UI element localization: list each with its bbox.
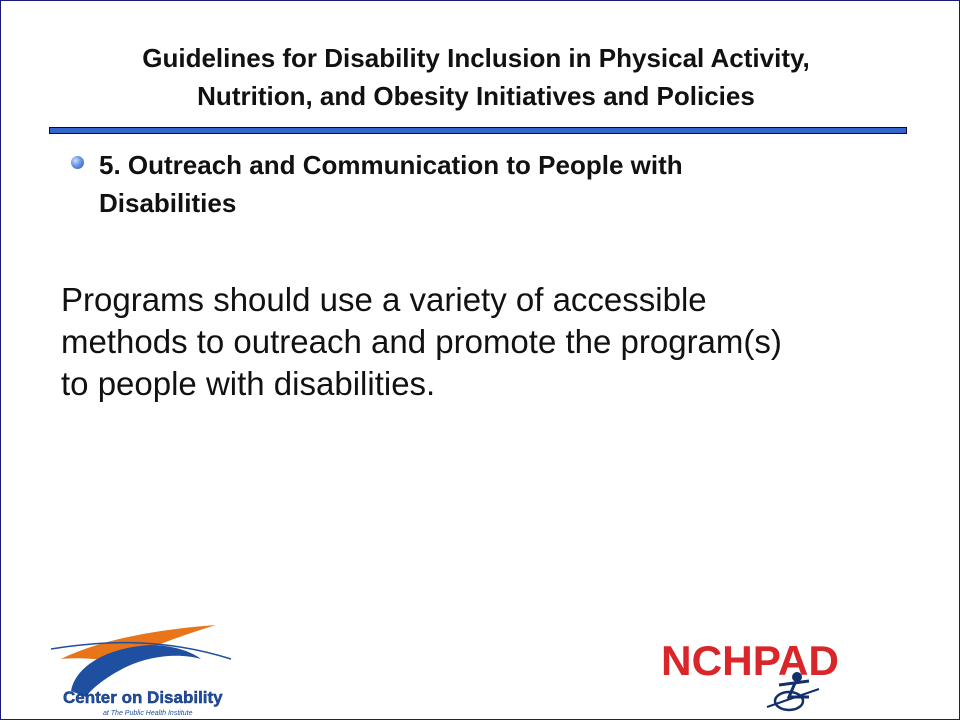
nchpad-logo-graphic: NCHPAD — [661, 637, 839, 712]
slide-title-line2: Nutrition, and Obesity Initiatives and P… — [197, 81, 755, 111]
center-on-disability-logo-graphic: Center on Disability at The Public Healt… — [50, 625, 232, 717]
bullet-text: 5. Outreach and Communication to People … — [99, 146, 859, 222]
body-line3: to people with disabilities. — [61, 365, 436, 402]
bullet-text-line2: Disabilities — [99, 188, 237, 218]
bullet-text-line1: 5. Outreach and Communication to People … — [99, 150, 683, 180]
title-divider — [49, 127, 907, 134]
nchpad-text: NCHPAD — [661, 637, 839, 684]
body-line2: methods to outreach and promote the prog… — [61, 323, 782, 360]
body-line1: Programs should use a variety of accessi… — [61, 281, 707, 318]
slide: Guidelines for Disability Inclusion in P… — [0, 0, 960, 720]
body-paragraph: Programs should use a variety of accessi… — [61, 279, 901, 405]
slide-title: Guidelines for Disability Inclusion in P… — [31, 39, 921, 115]
bullet-icon — [71, 156, 84, 169]
slide-title-line1: Guidelines for Disability Inclusion in P… — [142, 43, 810, 73]
center-on-disability-text: Center on Disability — [63, 688, 223, 707]
center-on-disability-subtext: at The Public Health Institute — [103, 710, 193, 717]
center-on-disability-logo: Center on Disability at The Public Healt… — [41, 619, 251, 719]
nchpad-logo: NCHPAD — [659, 625, 849, 715]
